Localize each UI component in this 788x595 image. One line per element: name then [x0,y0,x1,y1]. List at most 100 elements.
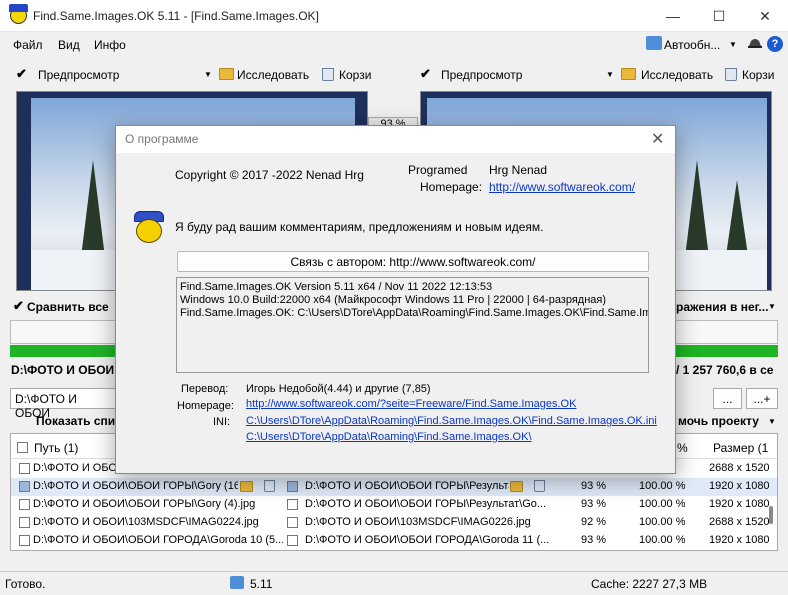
right-explore-button[interactable]: Исследовать [641,68,713,82]
row-checkbox[interactable] [19,517,30,528]
row-checkbox[interactable] [287,481,298,492]
percent-cell: 100.00 % [639,516,686,528]
default-project-button[interactable]: мочь проекту [678,414,759,428]
right-path-cell: D:\ФОТО И ОБОИ\103MSDCF\IMAG0226.jpg [305,516,531,528]
left-path: D:\ФОТО И ОБОИ [11,363,115,377]
similarity-cell: 93 % [581,534,607,546]
help-icon[interactable]: ? [767,36,783,52]
percent-cell: 100.00 % [639,534,686,546]
select-all-checkbox[interactable] [17,442,28,453]
ini-label: INI: [213,416,231,428]
percent-cell: 100.00 % [639,480,686,492]
row-checkbox[interactable] [287,535,298,546]
auto-update-icon[interactable] [646,36,662,50]
feedback-message: Я буду рад вашим комментариям, предложен… [175,220,544,234]
folder-icon[interactable] [219,68,234,80]
maximize-button[interactable]: ☐ [696,0,742,32]
left-path-cell: D:\ФОТО И ОБОИ\ОБОИ ГОРЫ\Gory (4).jpg [33,498,256,510]
percent-cell: 100.00 % [639,498,686,510]
chevron-down-icon[interactable]: ▼ [768,417,776,426]
chevron-down-icon[interactable]: ▼ [768,302,776,311]
right-control-label[interactable]: ражения в нег... [676,300,768,314]
info-line: Windows 10.0 Build:22000 x64 (Майкрософт… [180,294,607,306]
homepage-link[interactable]: http://www.softwareok.com/ [489,180,635,194]
contact-author-button[interactable]: Связь с автором: http://www.softwareok.c… [177,251,649,272]
right-preview-label[interactable]: Предпросмотр [441,68,522,82]
right-trash-button[interactable]: Корзи [742,68,774,82]
size-cell: 2688 x 1520 [709,516,770,528]
similarity-cell: 93 % [581,480,607,492]
ini-path-link[interactable]: C:\Users\DTore\AppData\Roaming\Find.Same… [246,415,657,427]
folder-icon[interactable] [240,481,253,492]
row-checkbox[interactable] [287,499,298,510]
table-row[interactable]: D:\ФОТО И ОБОИ\ОБОИ ГОРЫ\Gory (4).jpg D:… [11,496,777,514]
left-path-cell: D:\ФОТО И ОБОИ\ОБОИ ГОРЫ\Gory (16) [33,480,238,492]
table-row[interactable]: D:\ФОТО И ОБОИ\ОБОИ ГОРЫ\Gory (16) D:\ФО… [11,478,777,496]
right-path-cell: D:\ФОТО И ОБОИ\ОБОИ ГОРОДА\Goroda 11 (..… [305,534,550,546]
size-cell: 1920 x 1080 [709,498,770,510]
window-title: Find.Same.Images.OK 5.11 - [Find.Same.Im… [33,9,319,23]
homepage-label: Homepage: [420,180,483,194]
menu-view[interactable]: Вид [58,38,80,52]
dialog-title-bar: О программе ✕ [116,126,675,153]
close-button[interactable]: ✕ [742,0,788,32]
hat-icon[interactable] [748,37,762,49]
table-row[interactable]: D:\ФОТО И ОБОИ\ОБОИ ГОРОДА\Goroda 10 (5.… [11,532,777,550]
chevron-down-icon[interactable]: ▼ [204,70,212,79]
similarity-cell: 93 % [581,498,607,510]
header-percent[interactable]: % [677,441,688,455]
left-path-cell: D:\ФОТО И ОБОИ\ОБОИ ГОРОДА\Goroda 10 (5.… [33,534,283,546]
programed-value: Hrg Nenad [489,163,548,177]
right-path-stats: / 1 257 760,6 в се [676,363,774,377]
checkmark-icon: ✔ [420,66,431,81]
header-path[interactable]: Путь (1) [34,441,78,455]
folder-icon[interactable] [510,481,523,492]
auto-update-dropdown-icon[interactable]: ▼ [729,40,737,49]
ini-folder-link[interactable]: C:\Users\DTore\AppData\Roaming\Find.Same… [246,431,532,443]
version-icon [230,576,244,589]
app-icon [9,4,28,24]
table-scrollbar[interactable] [769,506,773,524]
row-checkbox[interactable] [19,499,30,510]
cache-text: Cache: 2227 27,3 MB [591,577,708,591]
translation-value: Игорь Недобой(4.44) и другие (7,85) [246,383,431,395]
row-checkbox[interactable] [19,463,30,474]
checkmark-icon: ✔ [16,66,27,81]
size-cell: 1920 x 1080 [709,534,770,546]
add-browse-button[interactable]: ...+ [746,388,778,409]
show-list-button[interactable]: Показать спис [36,414,122,428]
row-checkbox[interactable] [19,481,30,492]
compare-all-button[interactable]: Сравнить все [27,300,109,314]
status-bar: Готово. 5.11 Cache: 2227 27,3 MB [0,571,788,595]
browse-button[interactable]: ... [713,388,742,409]
right-path-cell: D:\ФОТО И ОБОИ\ОБОИ ГОРЫ\Результа [305,480,509,492]
row-checkbox[interactable] [19,535,30,546]
left-trash-button[interactable]: Корзи [339,68,371,82]
size-cell: 1920 x 1080 [709,480,770,492]
left-path-cell: D:\ФОТО И ОБОИ\103MSDCF\IMAG0224.jpg [33,516,259,528]
table-row[interactable]: D:\ФОТО И ОБОИ\103MSDCF\IMAG0224.jpg D:\… [11,514,777,532]
info-line: Find.Same.Images.OK Version 5.11 x64 / N… [180,281,493,293]
menu-file[interactable]: Файл [13,38,43,52]
left-explore-button[interactable]: Исследовать [237,68,309,82]
left-preview-label[interactable]: Предпросмотр [38,68,119,82]
close-icon[interactable]: ✕ [651,129,664,149]
checkmark-icon: ✔ [13,298,24,313]
similarity-cell: 92 % [581,516,607,528]
minimize-button[interactable]: — [650,0,696,32]
trash-icon[interactable] [725,68,737,81]
auto-update-label[interactable]: Автообн... [664,38,720,52]
homepage2-link[interactable]: http://www.softwareok.com/?seite=Freewar… [246,398,576,410]
row-checkbox[interactable] [287,517,298,528]
trash-icon[interactable] [322,68,334,81]
dialog-title: О программе [125,132,199,146]
chevron-down-icon[interactable]: ▼ [606,70,614,79]
folder-icon[interactable] [621,68,636,80]
path-combo[interactable]: D:\ФОТО И ОБОИ [10,388,116,420]
trash-icon[interactable] [534,480,545,492]
version-info-box[interactable]: Find.Same.Images.OK Version 5.11 x64 / N… [176,277,649,373]
size-cell: 2688 x 1520 [709,462,770,474]
header-size[interactable]: Размер (1 [713,441,768,455]
menu-info[interactable]: Инфо [94,38,126,52]
trash-icon[interactable] [264,480,275,492]
